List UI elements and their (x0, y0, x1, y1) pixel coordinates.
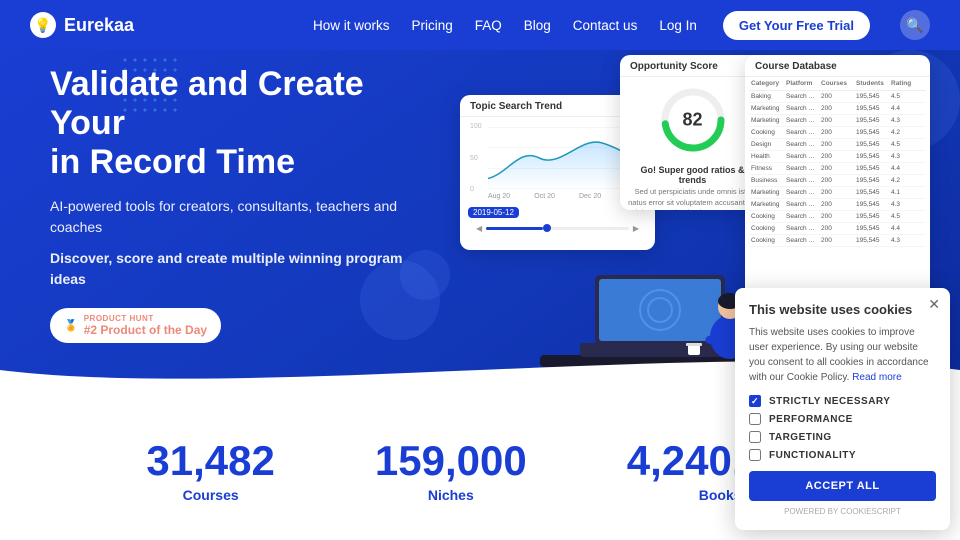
cookie-option-necessary: STRICTLY NECESSARY (749, 395, 936, 407)
opp-description: Sed ut perspiciatis unde omnis iste natu… (620, 187, 765, 210)
table-row: FitnessSearch Blog200195,5454.4 (749, 163, 926, 175)
db-card-title: Course Database (745, 55, 930, 77)
cookie-option-targeting: TARGETING (749, 431, 936, 443)
checkbox-targeting[interactable] (749, 431, 761, 443)
cookie-banner: ✕ This website uses cookies This website… (735, 288, 950, 530)
opp-headline: Go! Super good ratios & trends (620, 159, 765, 187)
stat-niches-label: Niches (375, 487, 527, 503)
y-axis-labels: 100 50 0 (470, 123, 482, 193)
cookie-option-necessary-label: STRICTLY NECESSARY (769, 396, 890, 407)
table-row: CookingSearch Blog200195,5454.5 (749, 211, 926, 223)
table-row: MarketingSearch Blog200195,5454.1 (749, 187, 926, 199)
cookie-option-performance: PERFORMANCE (749, 413, 936, 425)
stat-niches: 159,000 Niches (375, 437, 527, 503)
main-nav: How it works Pricing FAQ Blog Contact us… (313, 10, 930, 40)
nav-contact[interactable]: Contact us (573, 18, 638, 33)
cookie-option-functionality-label: FUNCTIONALITY (769, 450, 856, 461)
hero-desc1: AI-powered tools for creators, consultan… (50, 196, 430, 238)
hero-headline: Validate and Create Your in Record Time (50, 65, 430, 182)
cookie-title: This website uses cookies (749, 302, 936, 317)
stat-courses-number: 31,482 (146, 437, 274, 485)
hero-desc2: Discover, score and create multiple winn… (50, 248, 430, 290)
nav-blog[interactable]: Blog (524, 18, 551, 33)
logo-icon: 💡 (30, 12, 56, 38)
hero-text: Validate and Create Your in Record Time … (50, 65, 430, 343)
badge-rank: #2 Product of the Day (84, 323, 207, 337)
table-row: CookingSearch Blog200195,5454.2 (749, 127, 926, 139)
slider-label: ◀ (476, 224, 482, 233)
cookie-option-functionality: FUNCTIONALITY (749, 449, 936, 461)
header: 💡 Eurekaa How it works Pricing FAQ Blog … (0, 0, 960, 50)
stat-courses-label: Courses (146, 487, 274, 503)
checkbox-performance[interactable] (749, 413, 761, 425)
product-hunt-badge[interactable]: 🏅 PRODUCT HUNT #2 Product of the Day (50, 308, 221, 343)
powered-by-text: POWERED BY COOKIESCRIPT (749, 507, 936, 516)
nav-how-it-works[interactable]: How it works (313, 18, 390, 33)
cookie-read-more-link[interactable]: Read more (852, 372, 901, 383)
date-badge: 2019-05-12 (468, 207, 519, 218)
nav-login[interactable]: Log In (659, 18, 697, 33)
stat-courses: 31,482 Courses (146, 437, 274, 503)
cookie-close-button[interactable]: ✕ (928, 296, 940, 313)
table-row: MarketingSearch Blog200195,5454.3 (749, 115, 926, 127)
opp-card-title: Opportunity Score (620, 55, 765, 77)
table-row: BusinessSearch Blog200195,5454.2 (749, 175, 926, 187)
logo-text: Eurekaa (64, 15, 134, 36)
donut-number: 82 (682, 110, 702, 131)
cookie-option-performance-label: PERFORMANCE (769, 414, 853, 425)
cookie-option-targeting-label: TARGETING (769, 432, 832, 443)
badge-label: PRODUCT HUNT (84, 314, 207, 323)
donut-chart-area: 82 (620, 77, 765, 159)
checkbox-functionality[interactable] (749, 449, 761, 461)
accept-all-button[interactable]: ACCEPT ALL (749, 471, 936, 501)
nav-pricing[interactable]: Pricing (411, 18, 452, 33)
table-row: MarketingSearch Blog200195,5454.3 (749, 199, 926, 211)
search-icon[interactable]: 🔍 (900, 10, 930, 40)
nav-faq[interactable]: FAQ (475, 18, 502, 33)
table-header: Category Platform Courses Students Ratin… (749, 77, 926, 91)
stat-niches-number: 159,000 (375, 437, 527, 485)
opportunity-score-card: Opportunity Score 82 Go! Super good rati… (620, 55, 765, 210)
checkbox-necessary[interactable] (749, 395, 761, 407)
get-trial-button[interactable]: Get Your Free Trial (723, 11, 870, 40)
table-row: MarketingSearch Blog200195,5454.4 (749, 103, 926, 115)
logo[interactable]: 💡 Eurekaa (30, 12, 134, 38)
slider-fill (486, 227, 543, 230)
cookie-body: This website uses cookies to improve use… (749, 325, 936, 385)
donut-chart: 82 (658, 85, 728, 155)
table-row: BakingSearch Blog200195,5454.5 (749, 91, 926, 103)
table-row: DesignSearch Blog200195,5454.5 (749, 139, 926, 151)
table-row: HealthSearch Blog200195,5454.3 (749, 151, 926, 163)
